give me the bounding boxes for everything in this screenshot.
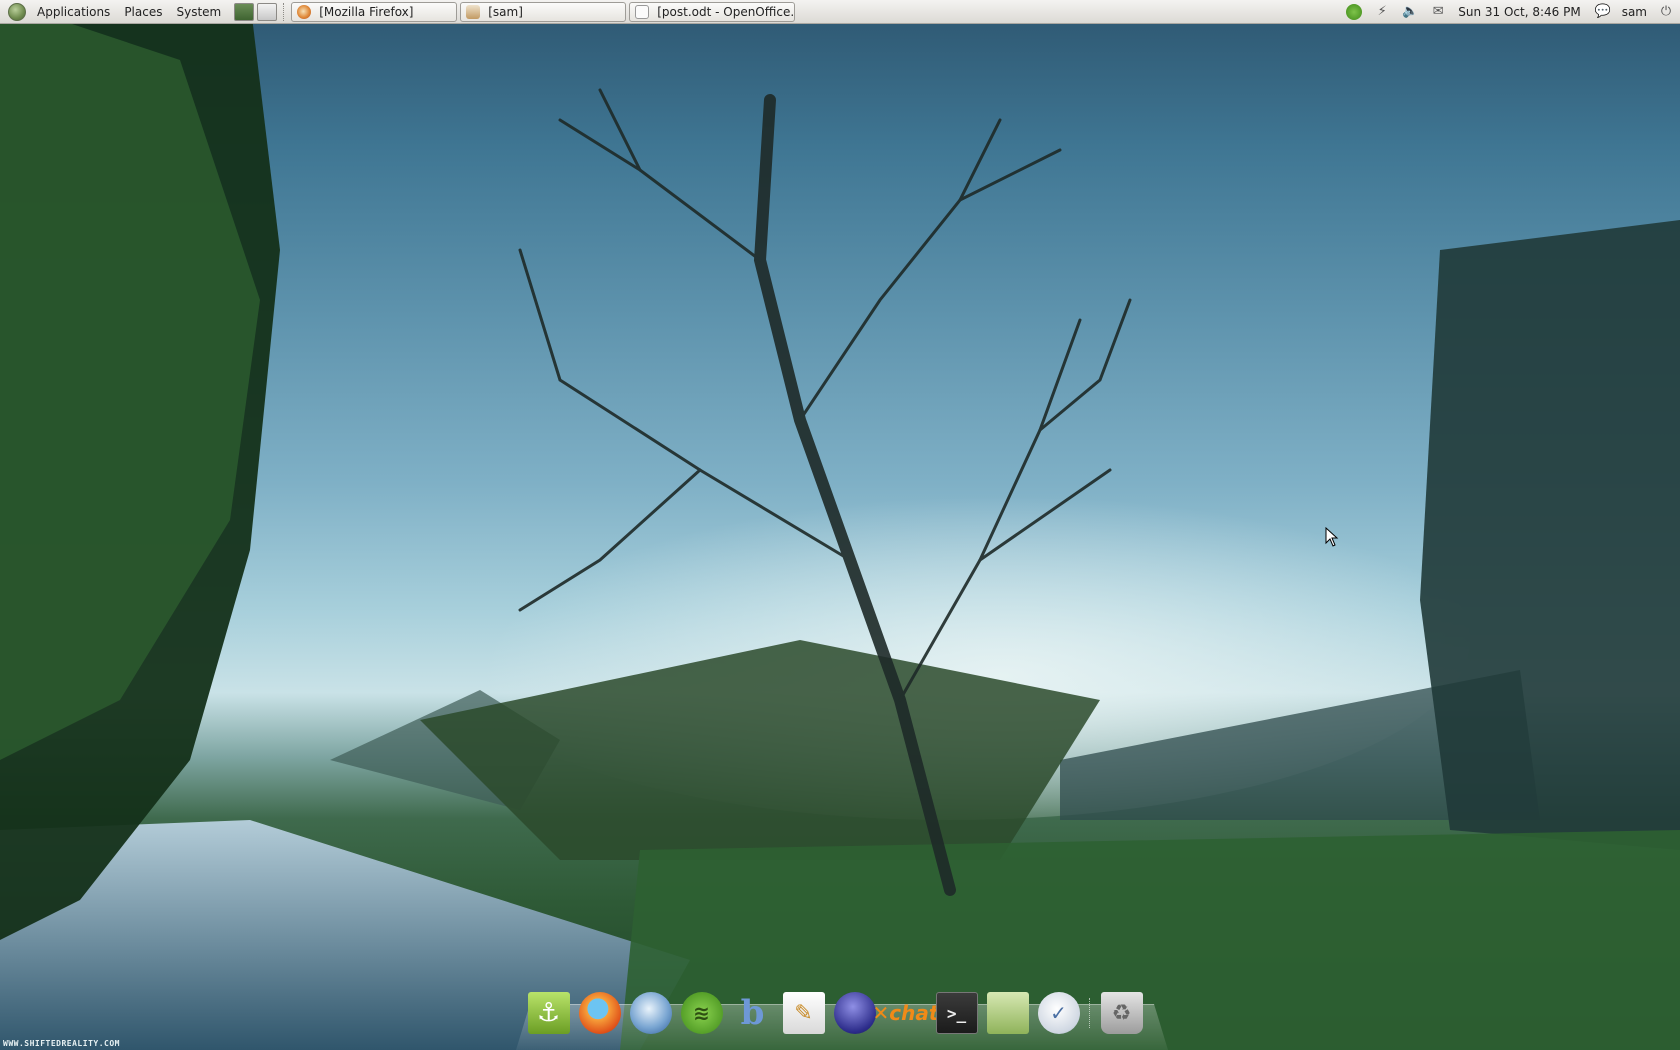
- spotify-icon[interactable]: [1346, 3, 1363, 20]
- dock-item-archive-manager[interactable]: [985, 990, 1030, 1036]
- update-manager-icon: ✓: [1037, 992, 1080, 1034]
- network-icon[interactable]: ⚡: [1374, 4, 1390, 20]
- terminal-icon: >_: [935, 992, 978, 1034]
- dock-item-thunderbird[interactable]: [628, 990, 673, 1036]
- taskbar-item-openoffice[interactable]: [post.odt - OpenOffice...: [629, 1, 796, 22]
- gnome-foot-icon[interactable]: [8, 2, 26, 21]
- top-panel: Applications Places System [Mozilla Fire…: [0, 0, 1680, 24]
- menu-applications[interactable]: Applications: [30, 0, 117, 24]
- dock-item-terminal[interactable]: >_: [934, 990, 979, 1036]
- dock: ⚓ ≋ b ✎ ✕chat >_ ✓ ♻: [526, 990, 1144, 1036]
- document-icon: [635, 4, 650, 19]
- menu-places[interactable]: Places: [117, 0, 169, 24]
- dock-item-xchat[interactable]: ✕chat: [872, 990, 939, 1036]
- firefox-icon: [297, 4, 312, 19]
- dock-item-anchor[interactable]: ⚓: [526, 990, 571, 1036]
- clock[interactable]: Sun 31 Oct, 8:46 PM: [1458, 5, 1580, 19]
- dock-separator: [1089, 998, 1091, 1028]
- dock-item-spotify[interactable]: ≋: [679, 990, 724, 1036]
- wallpaper-watermark: WWW.SHIFTEDREALITY.COM: [3, 1039, 120, 1048]
- terminal-launcher-icon[interactable]: [234, 2, 255, 21]
- taskbar-item-label: [Mozilla Firefox]: [319, 4, 414, 19]
- show-desktop-icon[interactable]: [257, 2, 278, 21]
- taskbar-item-label: [sam]: [488, 4, 523, 19]
- wallpaper-image: [0, 0, 1680, 1050]
- chat-status-icon[interactable]: 💬: [1595, 4, 1611, 20]
- dock-item-firefox[interactable]: [577, 990, 622, 1036]
- xchat-icon: ✕chat: [872, 1001, 939, 1025]
- dock-item-trash[interactable]: ♻: [1099, 990, 1144, 1036]
- anchor-icon: ⚓: [527, 992, 570, 1034]
- dock-item-eclipse[interactable]: [832, 990, 877, 1036]
- spotify-icon: ≋: [680, 992, 723, 1034]
- folder-icon: [466, 4, 481, 19]
- panel-separator: [283, 2, 285, 21]
- thunderbird-icon: [629, 992, 672, 1034]
- mail-icon[interactable]: ✉: [1430, 4, 1446, 20]
- system-tray: ⚡ 🔈 ✉ Sun 31 Oct, 8:46 PM 💬 sam ⏻: [1340, 0, 1680, 24]
- text-editor-icon: ✎: [782, 992, 825, 1034]
- user-name[interactable]: sam: [1622, 5, 1647, 19]
- power-icon[interactable]: ⏻: [1658, 4, 1674, 20]
- taskbar-item-firefox[interactable]: [Mozilla Firefox]: [291, 1, 458, 22]
- archive-icon: [986, 992, 1029, 1034]
- taskbar-item-label: [post.odt - OpenOffice...: [657, 4, 796, 19]
- volume-icon[interactable]: 🔈: [1402, 4, 1418, 20]
- eclipse-icon: [833, 992, 876, 1034]
- trash-icon: ♻: [1100, 992, 1143, 1034]
- desktop[interactable]: WWW.SHIFTEDREALITY.COM: [0, 0, 1680, 1050]
- menu-system[interactable]: System: [169, 0, 228, 24]
- mouse-pointer-icon: [1325, 527, 1339, 547]
- firefox-icon: [578, 992, 621, 1034]
- beshare-icon: b: [740, 993, 765, 1033]
- dock-item-beshare[interactable]: b: [730, 990, 775, 1036]
- dock-item-text-editor[interactable]: ✎: [781, 990, 826, 1036]
- taskbar-item-sam[interactable]: [sam]: [460, 1, 627, 22]
- dock-item-update-manager[interactable]: ✓: [1036, 990, 1081, 1036]
